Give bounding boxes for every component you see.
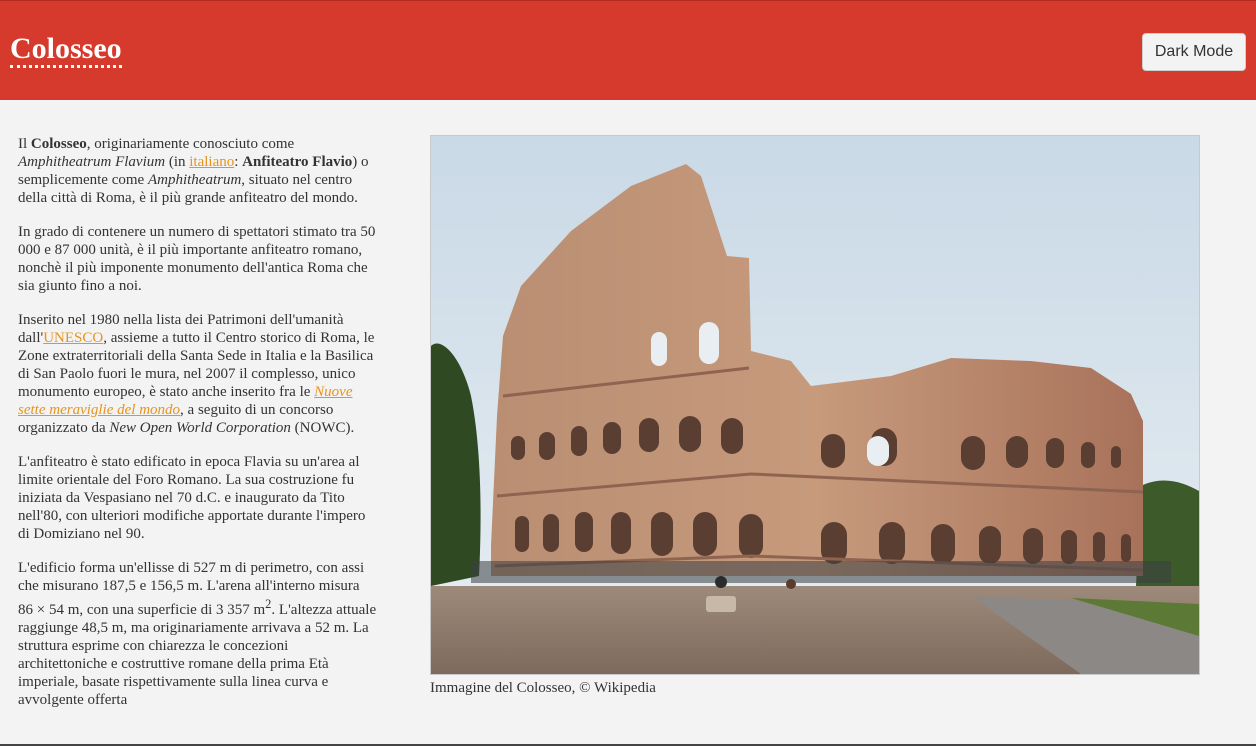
colosseum-figure: Immagine del Colosseo, © Wikipedia (430, 135, 1200, 697)
text-span: : (234, 154, 243, 170)
link-unesco[interactable]: UNESCO (43, 330, 103, 346)
paragraph-unesco: Inserito nel 1980 nella lista dei Patrim… (18, 311, 378, 437)
link-italiano[interactable]: italiano (189, 154, 234, 170)
text-span: , originariamente conosciuto come (86, 136, 295, 152)
paragraph-capacity: In grado di contenere un numero di spett… (18, 224, 376, 294)
dark-mode-button[interactable]: Dark Mode (1142, 33, 1246, 71)
italic-term: New Open World Corporation (109, 420, 291, 436)
text-span: (in (165, 154, 190, 170)
text-span: (NOWC). (290, 420, 355, 436)
text-span: Il (18, 136, 31, 152)
paragraph-intro: Il Colosseo, originariamente conosciuto … (18, 135, 378, 207)
figure-caption: Immagine del Colosseo, © Wikipedia (430, 680, 656, 696)
paragraph-structure: L'edificio forma un'ellisse di 527 m di … (18, 559, 378, 709)
paragraph-history: L'anfiteatro è stato edificato in epoca … (18, 454, 366, 542)
bold-term: Anfiteatro Flavio (242, 154, 353, 170)
italic-term: Amphitheatrum Flavium (18, 154, 166, 170)
site-title-link[interactable]: Colosseo (10, 33, 122, 68)
site-header: Colosseo Dark Mode (0, 0, 1256, 100)
italic-term: Amphitheatrum (147, 172, 242, 188)
bold-term: Colosseo (30, 136, 87, 152)
colosseum-photo (430, 135, 1200, 675)
article-text: Il Colosseo, originariamente conosciuto … (18, 135, 378, 725)
